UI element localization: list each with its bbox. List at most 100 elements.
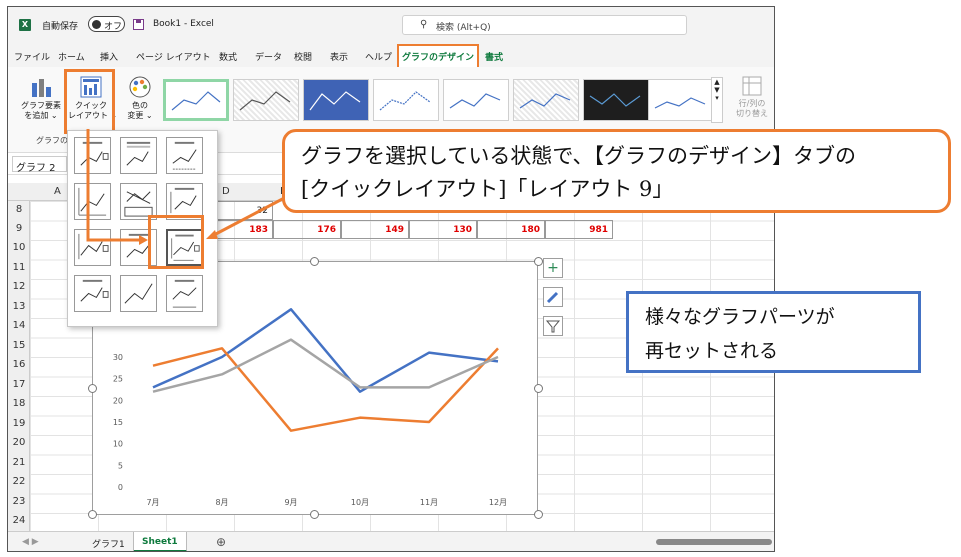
layout-9-highlight	[148, 215, 204, 269]
layout-1-thumb[interactable]	[74, 137, 111, 174]
chart-style-5[interactable]	[443, 79, 509, 121]
y-tick-label: 20	[113, 396, 123, 405]
document-title: Book1 - Excel	[153, 19, 214, 29]
row-header[interactable]: 18	[8, 398, 30, 409]
chart-filter-icon[interactable]	[543, 316, 563, 336]
search-placeholder: 検索 (Alt+Q)	[436, 23, 491, 33]
row-header[interactable]: 15	[8, 340, 30, 351]
change-colors-button[interactable]: 色の 変更 ⌄	[122, 75, 158, 121]
cell-row9[interactable]: 149	[341, 220, 409, 239]
column-header-d[interactable]: D	[222, 186, 230, 197]
tab-formulas[interactable]: 数式	[219, 50, 237, 63]
sheet-nav-arrows[interactable]: ◀ ▶	[22, 537, 39, 547]
x-tick-label: 8月	[215, 498, 228, 507]
chart-style-8[interactable]	[648, 79, 714, 121]
chart-styles-brush-icon[interactable]	[543, 287, 563, 307]
sheet-tab-chart[interactable]: グラフ1	[84, 532, 134, 551]
switch-rowcol-icon	[742, 76, 762, 96]
column-header-a[interactable]: A	[54, 186, 61, 197]
x-tick-label: 7月	[146, 498, 159, 507]
row-header[interactable]: 16	[8, 359, 30, 370]
autosave-toggle[interactable]: オフ	[88, 16, 125, 32]
cell-row9[interactable]: 180	[477, 220, 545, 239]
row-header[interactable]: 9	[8, 223, 30, 234]
palette-icon	[129, 76, 151, 98]
x-tick-label: 10月	[351, 498, 369, 507]
layout-2-thumb[interactable]	[120, 137, 157, 174]
cell-row9[interactable]: 981	[545, 220, 613, 239]
callout-line-1: グラフを選択している状態で、【グラフのデザイン】タブの	[301, 144, 857, 168]
save-icon[interactable]	[133, 19, 144, 30]
result-callout: 様々なグラフパーツが 再セットされる	[626, 291, 921, 373]
tab-home[interactable]: ホーム	[58, 50, 85, 63]
row-header[interactable]: 14	[8, 320, 30, 331]
chart-style-2[interactable]	[233, 79, 299, 121]
tab-review[interactable]: 校閲	[294, 50, 312, 63]
name-box[interactable]: グラフ 2	[12, 156, 67, 174]
search-box[interactable]: ⚲ 検索 (Alt+Q)	[402, 15, 687, 35]
chart-resize-handle[interactable]	[88, 510, 97, 519]
chart-style-1[interactable]	[163, 79, 229, 121]
chart-resize-handle[interactable]	[310, 257, 319, 266]
instruction-callout: グラフを選択している状態で、【グラフのデザイン】タブの [クイックレイアウト]「…	[282, 129, 951, 213]
row-header[interactable]: 12	[8, 281, 30, 292]
add-sheet-icon[interactable]: ⊕	[216, 535, 226, 549]
layout-4-thumb[interactable]	[74, 183, 111, 220]
chart-resize-handle[interactable]	[310, 510, 319, 519]
row-header[interactable]: 11	[8, 262, 30, 273]
layout-7-thumb[interactable]	[74, 229, 111, 266]
switch-row-column-button[interactable]: 行/列の 切り替え	[732, 75, 772, 119]
row-header[interactable]: 10	[8, 242, 30, 253]
row-header[interactable]: 22	[8, 476, 30, 487]
y-tick-label: 0	[118, 483, 123, 492]
y-tick-label: 15	[113, 418, 123, 427]
quick-layout-highlight	[64, 69, 115, 134]
add-chart-element-button[interactable]: グラフ要素 を追加 ⌄	[18, 75, 64, 121]
chart-element-icon	[32, 79, 51, 97]
chart-style-7[interactable]	[583, 79, 649, 121]
excel-logo-icon: X	[19, 19, 31, 31]
row-header[interactable]: 8	[8, 204, 30, 215]
styles-scroll[interactable]: ▲ ▼ ▾	[711, 77, 723, 123]
row-header[interactable]: 19	[8, 418, 30, 429]
chart-resize-handle[interactable]	[534, 257, 543, 266]
y-tick-label: 25	[113, 375, 123, 384]
layout-10-thumb[interactable]	[74, 275, 111, 312]
chart-resize-handle[interactable]	[534, 510, 543, 519]
tab-file[interactable]: ファイル	[14, 50, 50, 63]
y-tick-label: 10	[113, 440, 123, 449]
layout-11-thumb[interactable]	[120, 275, 157, 312]
chart-elements-plus-icon[interactable]: +	[543, 258, 563, 278]
chart-resize-handle[interactable]	[534, 384, 543, 393]
tab-help[interactable]: ヘルプ	[365, 50, 392, 63]
x-tick-label: 12月	[489, 498, 507, 507]
title-bar: X 自動保存 オフ Book1 - Excel ⚲ 検索 (Alt+Q)	[8, 7, 774, 41]
tab-view[interactable]: 表示	[330, 50, 348, 63]
row-header[interactable]: 17	[8, 379, 30, 390]
sheet-tab-sheet1[interactable]: Sheet1	[134, 532, 187, 551]
row-header[interactable]: 13	[8, 301, 30, 312]
horizontal-scrollbar[interactable]	[656, 539, 772, 545]
cell-row9[interactable]: 130	[409, 220, 477, 239]
row-header[interactable]: 24	[8, 515, 30, 526]
tab-data[interactable]: データ	[255, 50, 282, 63]
chart-style-6[interactable]	[513, 79, 579, 121]
autosave-label: 自動保存	[42, 22, 79, 32]
chart-style-4[interactable]	[373, 79, 439, 121]
layout-3-thumb[interactable]	[166, 137, 203, 174]
cell-row9[interactable]: 176	[273, 220, 341, 239]
row-header[interactable]: 20	[8, 437, 30, 448]
row-header[interactable]: 21	[8, 457, 30, 468]
result-line-1: 様々なグラフパーツが	[645, 306, 835, 328]
row-header[interactable]: 23	[8, 496, 30, 507]
layout-12-thumb[interactable]	[166, 275, 203, 312]
tab-format[interactable]: 書式	[485, 50, 503, 63]
tab-chart-design[interactable]: グラフのデザイン	[397, 44, 480, 69]
callout-line-2: [クイックレイアウト]「レイアウト 9」	[301, 177, 674, 201]
x-tick-label: 9月	[284, 498, 297, 507]
tab-page-layout[interactable]: ページ レイアウト	[136, 50, 211, 63]
tab-insert[interactable]: 挿入	[100, 50, 118, 63]
chart-style-3[interactable]	[303, 79, 369, 121]
chart-resize-handle[interactable]	[88, 384, 97, 393]
ribbon-tabs: ファイル ホーム 挿入 ページ レイアウト 数式 データ 校閲 表示 ヘルプ グ…	[8, 41, 774, 69]
